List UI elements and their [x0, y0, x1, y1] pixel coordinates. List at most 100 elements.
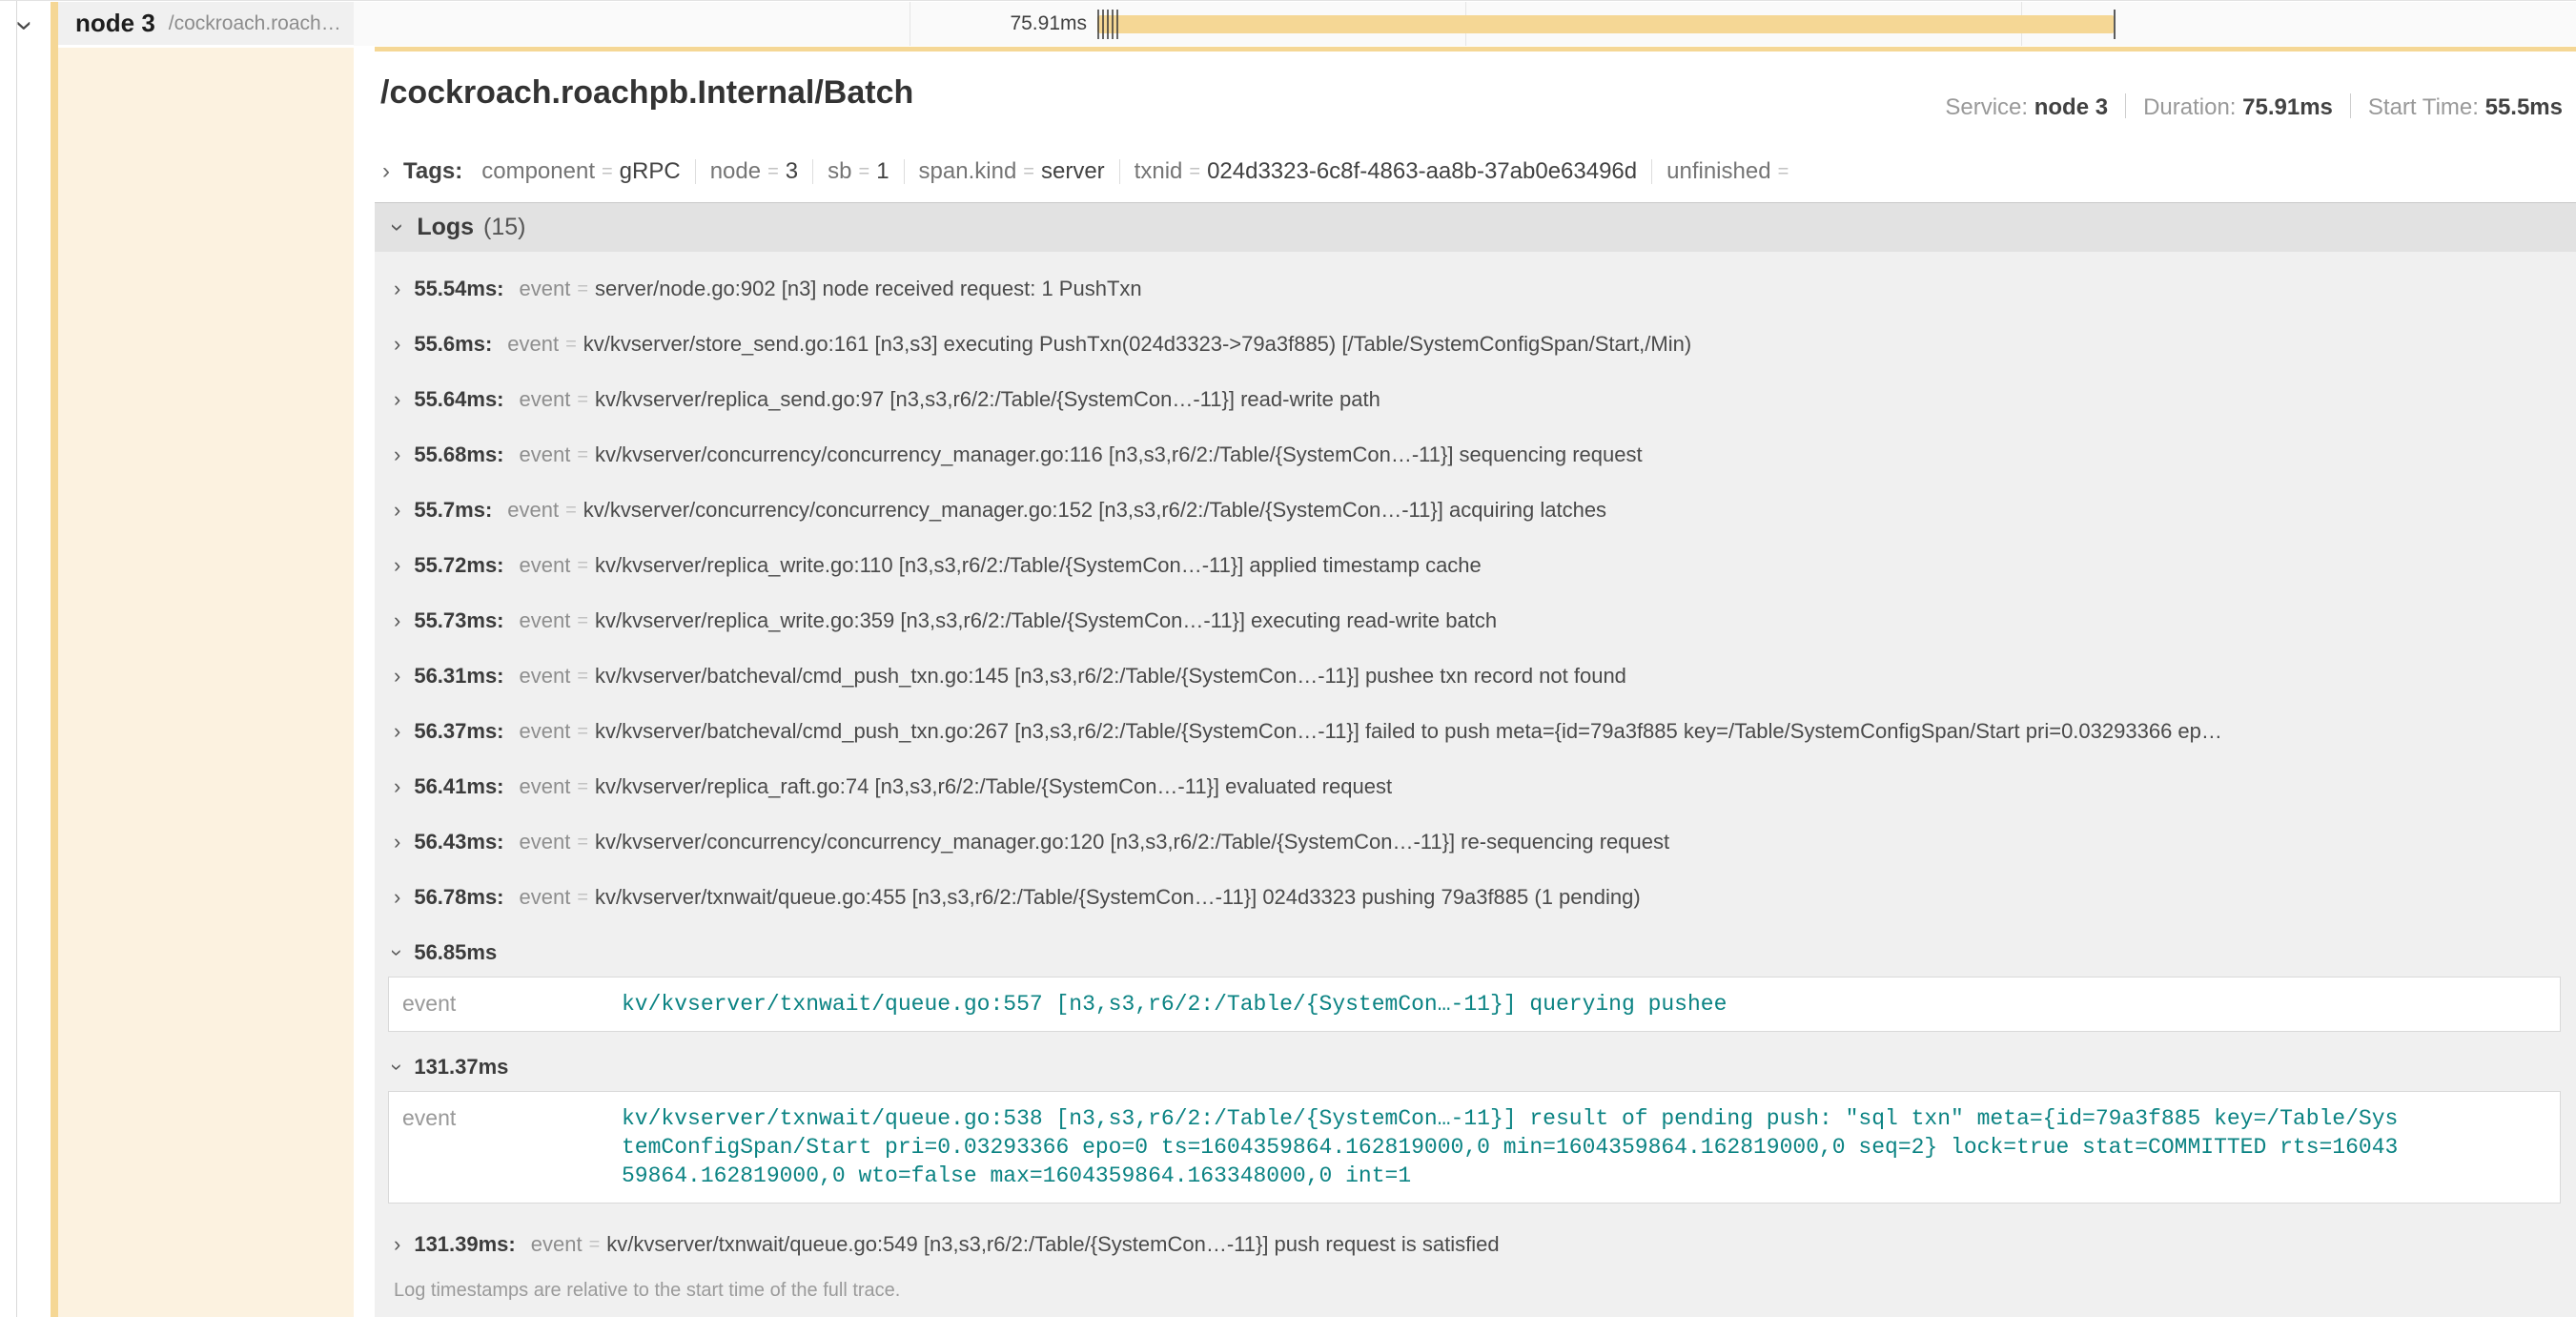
log-entry-expanded[interactable]: › 56.85ms [388, 931, 2565, 975]
tag-key: txnid [1135, 158, 1183, 185]
equals-sign: = [577, 832, 588, 854]
log-field-value: kv/kvserver/replica_raft.go:74 [n3,s3,r6… [595, 774, 2565, 799]
tags-label: Tags: [403, 158, 462, 185]
span-row[interactable]: › node 3 /cockroach.roach… 75.91ms [0, 2, 2576, 47]
log-entry[interactable]: › 131.39ms: event =kv/kvserver/txnwait/queu… [388, 1217, 2565, 1272]
log-entry[interactable]: ›55.64ms:event=kv/kvserver/replica_send.… [388, 372, 2565, 427]
log-timestamp: 55.72ms: [414, 553, 503, 578]
operation-title: /cockroach.roachpb.Internal/Batch [380, 74, 913, 112]
log-field-key: event [520, 442, 571, 467]
log-field-value: server/node.go:902 [n3] node received re… [595, 277, 2565, 301]
log-entry[interactable]: ›55.72ms:event=kv/kvserver/replica_write… [388, 538, 2565, 593]
log-entry[interactable]: ›56.43ms:event=kv/kvserver/concurrency/c… [388, 814, 2565, 870]
tag-value: 3 [786, 158, 798, 185]
log-timestamp: 55.54ms: [414, 277, 503, 301]
duration-label: Duration: [2143, 94, 2236, 120]
equals-sign: = [602, 161, 613, 183]
log-field-key: event [520, 553, 571, 578]
span-bar[interactable] [1097, 15, 2115, 33]
log-field-value: kv/kvserver/txnwait/queue.go:549 [n3,s3,… [606, 1232, 2565, 1257]
log-field-value: kv/kvserver/concurrency/concurrency_mana… [583, 498, 2565, 523]
log-field-key: event [389, 1092, 622, 1203]
log-timestamp: 55.73ms: [414, 608, 503, 633]
log-timestamp: 56.43ms: [414, 830, 503, 854]
log-entry[interactable]: ›55.6ms:event=kv/kvserver/store_send.go:… [388, 317, 2565, 372]
chevron-right-icon: › [394, 832, 400, 853]
equals-sign: = [859, 161, 870, 183]
log-entry[interactable]: › 56.41ms: event = kv/kvserver/replica_raft.… [388, 759, 2565, 814]
chevron-right-icon: › [394, 1234, 400, 1255]
collapse-children-icon[interactable]: › [10, 21, 41, 31]
log-field-key: event [507, 498, 559, 523]
equals-sign: = [565, 334, 577, 356]
left-divider [16, 1, 17, 1317]
detail-row-backfill [58, 48, 354, 1317]
span-detail-panel: /cockroach.roachpb.Internal/Batch Servic… [375, 47, 2576, 1310]
log-timestamp: 56.78ms: [414, 885, 503, 910]
log-field-key: event [520, 774, 571, 799]
tag-value: 1 [876, 158, 889, 185]
log-field-value: kv/kvserver/replica_send.go:97 [n3,s3,r6… [595, 387, 2565, 412]
trace-detail-screen: › node 3 /cockroach.roach… 75.91ms /cock… [0, 0, 2576, 1317]
log-timestamp: 56.37ms: [414, 719, 503, 744]
equals-sign: = [767, 161, 779, 183]
tag-divider [904, 159, 905, 184]
log-field-value: kv/kvserver/replica_write.go:359 [n3,s3,… [595, 608, 2565, 633]
log-timestamp: 56.41ms: [414, 774, 503, 799]
chevron-right-icon: › [382, 160, 390, 183]
tag-key: node [710, 158, 761, 185]
log-entry[interactable]: ›55.73ms:event=kv/kvserver/replica_write… [388, 593, 2565, 648]
log-field-key: event [520, 664, 571, 689]
equals-sign: = [577, 555, 588, 577]
tag-key: sb [828, 158, 851, 185]
tag-divider [1651, 159, 1652, 184]
log-field-value: kv/kvserver/txnwait/queue.go:557 [n3,s3,… [622, 977, 2560, 1031]
log-entry[interactable]: ›56.31ms:event=kv/kvserver/batcheval/cmd… [388, 648, 2565, 704]
logs-count: (15) [483, 214, 525, 241]
span-name-cell[interactable]: node 3 /cockroach.roach… [51, 2, 355, 45]
tag-divider [695, 159, 696, 184]
duration-value: 75.91ms [2242, 94, 2333, 120]
log-entry[interactable]: ›56.37ms:event=kv/kvserver/batcheval/cmd… [388, 704, 2565, 759]
tag-divider [1119, 159, 1120, 184]
span-accent-strip [51, 2, 58, 1317]
chevron-right-icon: › [394, 776, 400, 797]
log-timestamp: 55.7ms: [414, 498, 492, 523]
logs-header-toggle[interactable]: › Logs (15) [375, 202, 2576, 252]
timeline: 75.91ms [354, 2, 2576, 46]
span-meta: Service: node 3Duration: 75.91msStart Ti… [1945, 93, 2563, 121]
tags-section-toggle[interactable]: › Tags: component=gRPC node=3 sb=1 span.… [382, 151, 2576, 193]
log-timestamp: 56.31ms: [414, 664, 503, 689]
log-entry[interactable]: ›55.68ms:event=kv/kvserver/concurrency/c… [388, 427, 2565, 483]
log-field-key: event [389, 977, 622, 1031]
equals-sign: = [589, 1234, 601, 1256]
span-service-name: node 3 [75, 9, 155, 38]
chevron-right-icon: › [394, 666, 400, 687]
log-field-key: event [520, 277, 571, 301]
log-timestamp: 56.85ms [414, 940, 497, 965]
log-field-value: kv/kvserver/store_send.go:161 [n3,s3] ex… [583, 332, 2565, 357]
log-entry-expanded[interactable]: ›131.37ms [388, 1045, 2565, 1089]
log-field-key: event [520, 387, 571, 412]
log-entry[interactable]: ›56.78ms:event=kv/kvserver/txnwait/queue… [388, 870, 2565, 925]
chevron-right-icon: › [394, 444, 400, 465]
log-entry[interactable]: ›55.54ms:event=server/node.go:902 [n3] n… [388, 261, 2565, 317]
chevron-right-icon: › [394, 278, 400, 299]
tag-divider [812, 159, 813, 184]
chevron-down-icon: › [388, 949, 408, 956]
equals-sign: = [1189, 161, 1200, 183]
tag-key: span.kind [919, 158, 1017, 185]
log-entry[interactable]: ›55.7ms:event=kv/kvserver/concurrency/co… [388, 483, 2565, 538]
equals-sign: = [1778, 161, 1789, 183]
equals-sign: = [577, 444, 588, 466]
equals-sign: = [577, 776, 588, 798]
log-timestamp: 131.39ms: [414, 1232, 515, 1257]
log-field-value: kv/kvserver/batcheval/cmd_push_txn.go:14… [595, 664, 2565, 689]
log-field-value: kv/kvserver/replica_write.go:110 [n3,s3,… [595, 553, 2565, 578]
logs-footer-note: Log timestamps are relative to the start… [394, 1280, 2565, 1302]
chevron-right-icon: › [394, 334, 400, 355]
chevron-right-icon: › [394, 887, 400, 908]
log-field-key: event [531, 1232, 583, 1257]
equals-sign: = [577, 389, 588, 411]
equals-sign: = [577, 610, 588, 632]
